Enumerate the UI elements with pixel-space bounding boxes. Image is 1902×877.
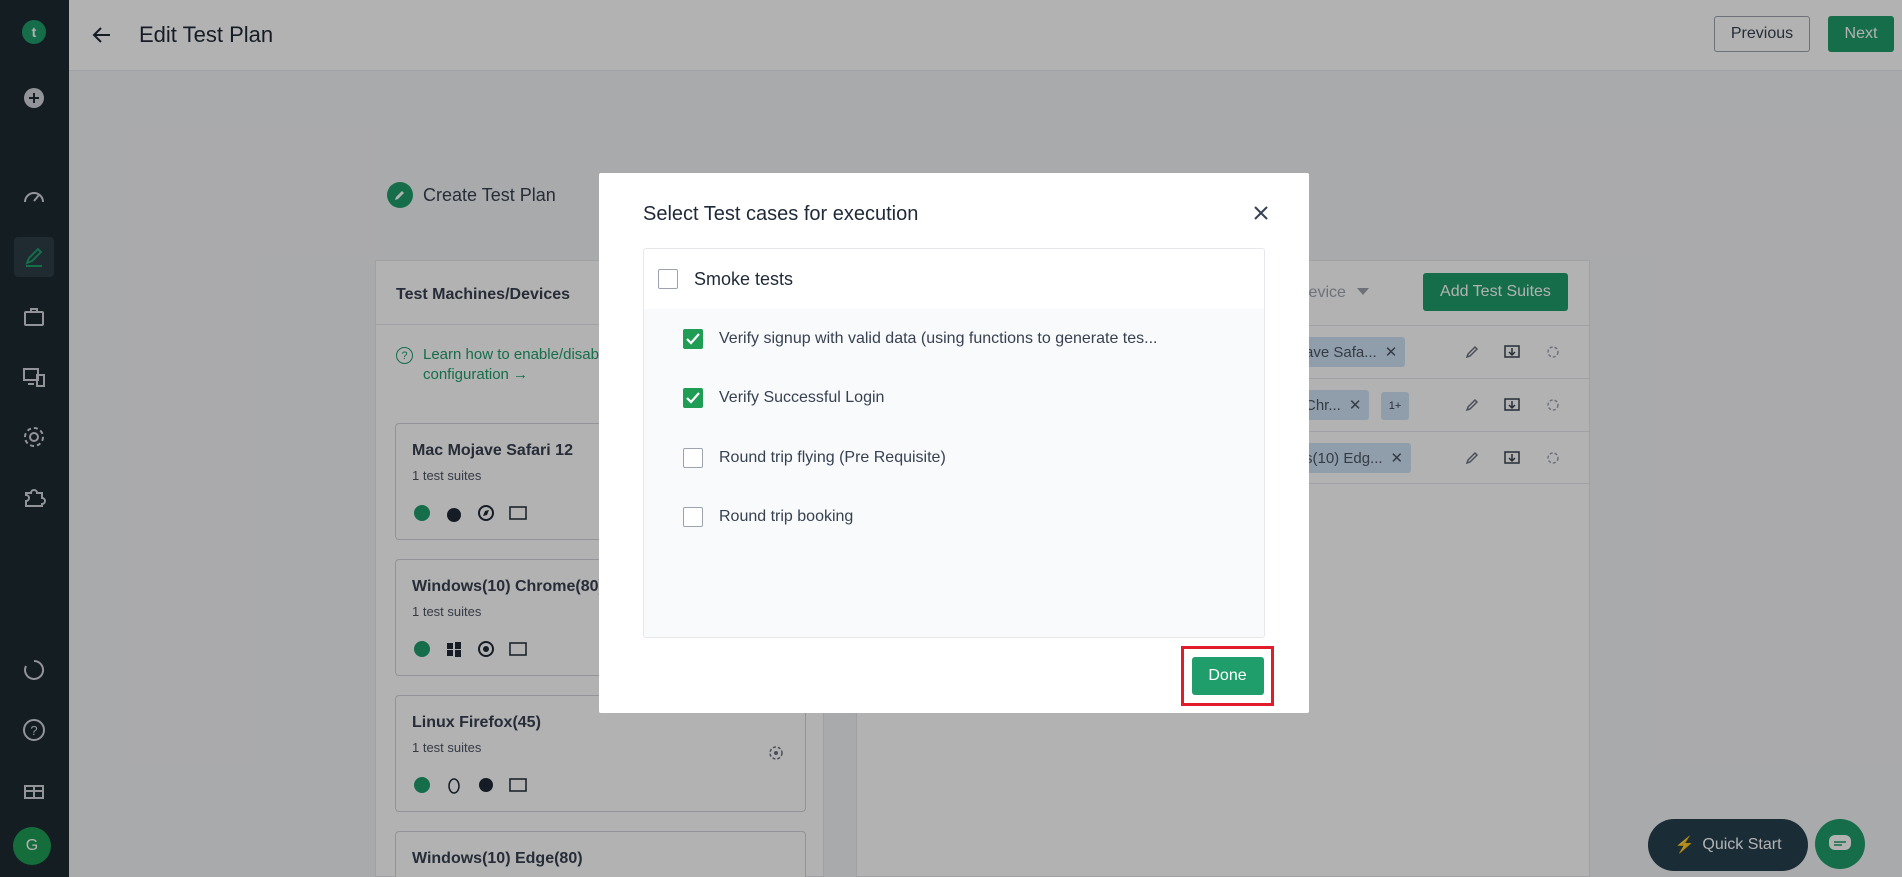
case-checkbox[interactable]: [683, 507, 703, 527]
case-label: Verify signup with valid data (using fun…: [719, 330, 1158, 347]
done-highlight: Done: [1181, 646, 1274, 706]
case-row[interactable]: Round trip flying (Pre Requisite): [683, 448, 946, 468]
case-checkbox[interactable]: [683, 329, 703, 349]
close-icon[interactable]: [1247, 199, 1275, 227]
case-checkbox[interactable]: [683, 448, 703, 468]
suite-checkbox[interactable]: [658, 269, 678, 289]
case-label: Verify Successful Login: [719, 389, 885, 406]
case-row[interactable]: Round trip booking: [683, 507, 853, 527]
test-case-list: Smoke tests Verify signup with valid dat…: [643, 248, 1265, 638]
case-checkbox[interactable]: [683, 388, 703, 408]
select-test-cases-modal: Select Test cases for execution Smoke te…: [599, 173, 1309, 713]
case-row[interactable]: Verify signup with valid data (using fun…: [683, 329, 1157, 349]
case-label: Round trip flying (Pre Requisite): [719, 449, 946, 466]
done-button[interactable]: Done: [1191, 657, 1264, 695]
suite-row[interactable]: Smoke tests: [644, 249, 1264, 309]
case-row[interactable]: Verify Successful Login: [683, 388, 884, 408]
suite-label: Smoke tests: [694, 268, 794, 289]
case-label: Round trip booking: [719, 508, 854, 525]
modal-title: Select Test cases for execution: [643, 203, 919, 225]
